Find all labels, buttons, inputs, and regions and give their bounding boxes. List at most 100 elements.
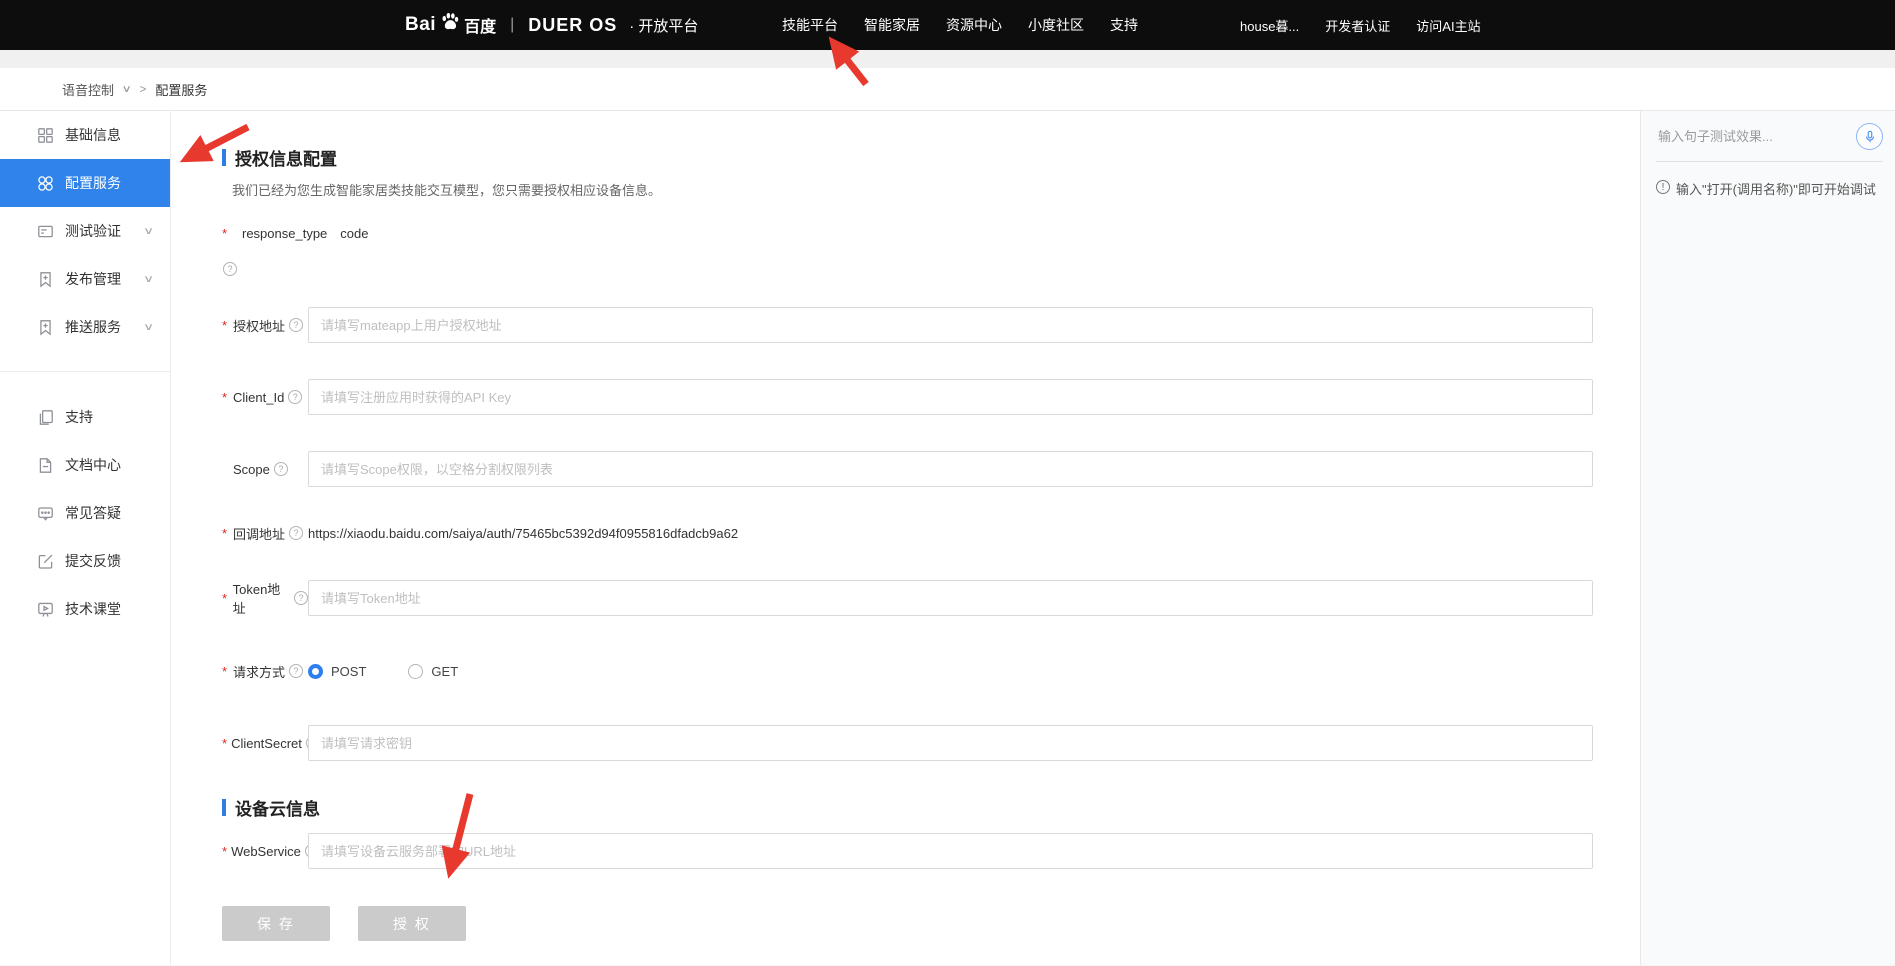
microphone-icon: [1863, 130, 1877, 144]
required-marker: *: [222, 390, 229, 405]
sidebar-item-label: 技术课堂: [65, 599, 121, 619]
nav-item-support[interactable]: 支持: [1110, 15, 1138, 35]
chevron-down-icon[interactable]: ∨: [143, 274, 154, 285]
field-label-text: 回调地址: [233, 524, 285, 543]
client-id-input[interactable]: [308, 379, 1593, 415]
field-label-text: 授权地址: [233, 316, 285, 335]
sidebar-item-support[interactable]: 支持: [0, 393, 170, 441]
test-panel: ! 输入"打开(调用名称)"即可开始调试: [1640, 111, 1895, 965]
dueros-brand: DUER OS: [528, 15, 617, 36]
chevron-down-icon[interactable]: ∨: [143, 226, 154, 237]
sidebar-item-tech-course[interactable]: 技术课堂: [0, 585, 170, 633]
field-label-text: Scope: [233, 462, 270, 477]
form-actions: 保 存 授 权: [222, 906, 1640, 941]
presentation-play-icon: [37, 601, 54, 618]
radio-icon[interactable]: [408, 664, 423, 679]
chevron-down-icon[interactable]: ∨: [122, 84, 132, 95]
token-url-input[interactable]: [308, 580, 1593, 616]
nav-item-visit-ai-site[interactable]: 访问AI主站: [1416, 16, 1480, 35]
help-icon[interactable]: ?: [223, 262, 237, 276]
sidebar-item-basic-info[interactable]: 基础信息: [0, 111, 170, 159]
copy-icon: [37, 409, 54, 426]
baidu-logo-text: Bai: [405, 14, 436, 36]
radio-icon[interactable]: [308, 664, 323, 679]
request-method-radio-group: POST GET: [308, 664, 458, 679]
device-cloud-title: 设备云信息: [235, 795, 320, 820]
bookmark-plus-icon: [37, 271, 54, 288]
document-icon: [37, 457, 54, 474]
section-device-title: 设备云信息: [222, 797, 1640, 817]
chevron-down-icon[interactable]: ∨: [143, 322, 154, 333]
test-card-icon: [37, 223, 54, 240]
sidebar-item-doc-center[interactable]: 文档中心: [0, 441, 170, 489]
help-icon[interactable]: ?: [274, 462, 288, 476]
logo-divider: |: [510, 16, 514, 34]
response-type-help-row: ?: [223, 259, 1640, 277]
sidebar-item-publish-manage[interactable]: 发布管理 ∨: [0, 255, 170, 303]
config-icon: [37, 175, 54, 192]
form-row-request-method: * 请求方式 ? POST GET: [222, 653, 1640, 689]
field-label-text: Token地址: [233, 579, 290, 617]
bookmark-plus-icon: [37, 319, 54, 336]
open-platform-label: · 开放平台: [629, 15, 698, 36]
required-marker: *: [222, 591, 229, 606]
sidebar-item-push-service[interactable]: 推送服务 ∨: [0, 303, 170, 351]
baidu-logo-cn: 百度: [464, 13, 496, 37]
nav-item-smart-home[interactable]: 智能家居: [864, 15, 920, 35]
primary-nav: 技能平台 智能家居 资源中心 小度社区 支持: [782, 0, 1138, 50]
form-row-callback-url: * 回调地址 ? https://xiaodu.baidu.com/saiya/…: [222, 523, 1640, 543]
scope-input[interactable]: [308, 451, 1593, 487]
form-row-web-service: * WebService ?: [222, 833, 1640, 869]
help-icon[interactable]: ?: [289, 664, 303, 678]
chat-bubble-icon: [37, 505, 54, 522]
top-header: Bai 百度 | DUER OS · 开放平台 技能平台 智能家居 资源中心 小…: [0, 0, 1895, 50]
nav-item-community[interactable]: 小度社区: [1028, 15, 1084, 35]
breadcrumb-separator: >: [139, 82, 146, 96]
required-marker: *: [222, 226, 229, 241]
help-icon[interactable]: ?: [288, 390, 302, 404]
sidebar-item-label: 发布管理: [65, 269, 121, 289]
radio-label: GET: [431, 664, 458, 679]
save-button[interactable]: 保 存: [222, 906, 330, 941]
web-service-input[interactable]: [308, 833, 1593, 869]
sidebar-item-test-verify[interactable]: 测试验证 ∨: [0, 207, 170, 255]
required-marker: *: [222, 844, 227, 859]
radio-get[interactable]: GET: [408, 664, 458, 679]
field-label: * ClientSecret ?: [222, 736, 308, 751]
auth-url-input[interactable]: [308, 307, 1593, 343]
help-icon[interactable]: ?: [294, 591, 308, 605]
field-label: * Client_Id ?: [222, 390, 308, 405]
sidebar: 基础信息 配置服务 测试验证 ∨ 发布管理 ∨: [0, 111, 171, 965]
nav-item-skill-platform[interactable]: 技能平台: [782, 15, 838, 35]
breadcrumb-root[interactable]: 语音控制: [62, 80, 114, 99]
sidebar-item-config-service[interactable]: 配置服务: [0, 159, 170, 207]
sidebar-item-label: 配置服务: [65, 173, 121, 193]
field-label-text: WebService: [231, 844, 301, 859]
response-type-value: code: [340, 226, 368, 241]
test-hint-text: 输入"打开(调用名称)"即可开始调试: [1676, 179, 1876, 198]
username[interactable]: house暮...: [1240, 16, 1299, 35]
authorize-button[interactable]: 授 权: [358, 906, 466, 941]
sidebar-item-label: 文档中心: [65, 455, 121, 475]
field-label: * Scope ?: [222, 462, 308, 477]
client-secret-input[interactable]: [308, 725, 1593, 761]
help-icon[interactable]: ?: [289, 318, 303, 332]
sidebar-item-faq[interactable]: 常见答疑: [0, 489, 170, 537]
nav-item-developer-cert[interactable]: 开发者认证: [1325, 16, 1390, 35]
radio-post[interactable]: POST: [308, 664, 366, 679]
sidebar-item-label: 测试验证: [65, 221, 121, 241]
test-sentence-input[interactable]: [1656, 128, 1836, 145]
help-icon[interactable]: ?: [289, 526, 303, 540]
nav-item-resource-center[interactable]: 资源中心: [946, 15, 1002, 35]
field-label: * 请求方式 ?: [222, 662, 308, 681]
form-row-scope: * Scope ?: [222, 451, 1640, 487]
callback-url-value: https://xiaodu.baidu.com/saiya/auth/7546…: [308, 526, 738, 541]
main-content: 授权信息配置 我们已经为您生成智能家居类技能交互模型，您只需要授权相应设备信息。…: [171, 111, 1640, 965]
section-auth-title: 授权信息配置: [222, 147, 1640, 167]
breadcrumb: 语音控制 ∨ > 配置服务: [0, 68, 1895, 111]
sidebar-item-feedback[interactable]: 提交反馈: [0, 537, 170, 585]
microphone-button[interactable]: [1856, 123, 1883, 150]
required-marker: *: [222, 736, 227, 751]
sidebar-item-label: 提交反馈: [65, 551, 121, 571]
baidu-dueros-logo[interactable]: Bai 百度 | DUER OS · 开放平台: [405, 0, 698, 50]
